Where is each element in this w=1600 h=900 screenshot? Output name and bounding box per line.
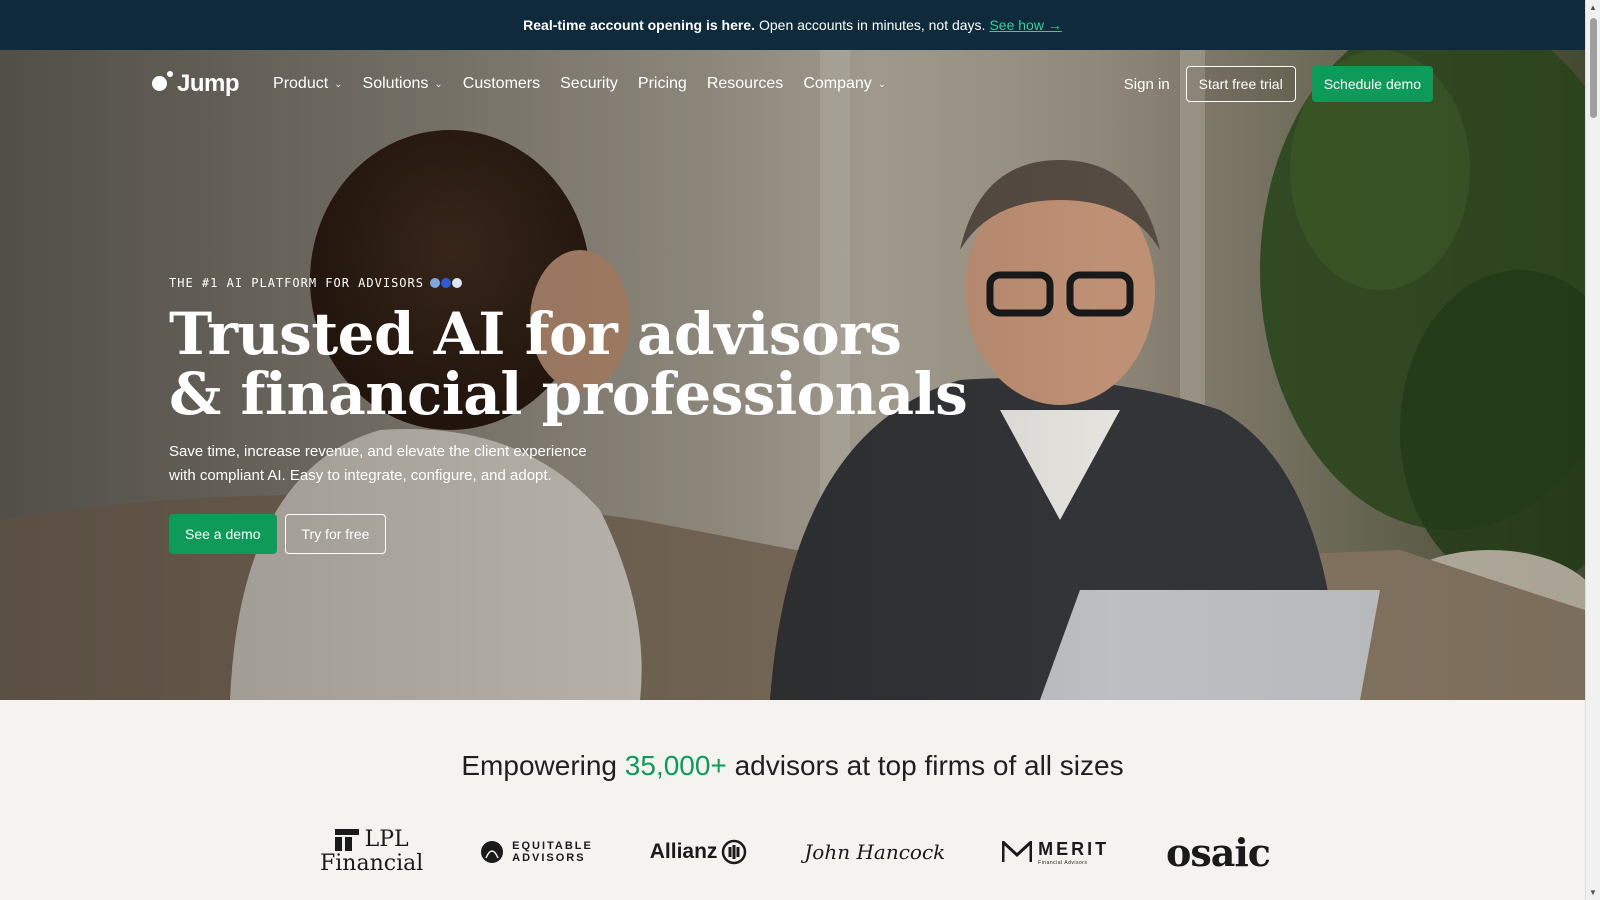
nav-item-customers[interactable]: Customers: [463, 75, 540, 93]
lpl-mark-icon: [334, 829, 359, 851]
allianz-mark-icon: [722, 839, 747, 865]
nav-item-resources[interactable]: Resources: [707, 75, 783, 93]
try-for-free-button[interactable]: Try for free: [284, 514, 387, 554]
chevron-down-icon: ⌄: [434, 78, 443, 90]
badge-icon: [451, 278, 462, 288]
hero-subtitle: Save time, increase revenue, and elevate…: [169, 440, 619, 488]
chevron-down-icon: ⌄: [334, 78, 343, 90]
scrollbar-thumb[interactable]: [1590, 18, 1597, 118]
eyebrow-text: THE #1 AI PLATFORM FOR ADVISORS: [169, 276, 424, 290]
sign-in-link[interactable]: Sign in: [1124, 76, 1170, 93]
logo-dot-icon: [152, 75, 167, 91]
scroll-down-arrow-icon[interactable]: ▼: [1589, 888, 1597, 897]
see-a-demo-button[interactable]: See a demo: [169, 514, 277, 554]
nav-item-product[interactable]: Product ⌄: [273, 75, 343, 93]
badge-icon: [440, 278, 451, 288]
lpl-financial-logo: LPL Financial: [320, 827, 424, 876]
john-hancock-logo: John Hancock: [804, 840, 946, 864]
nav-item-label: Customers: [462, 75, 541, 92]
nav-item-solutions[interactable]: Solutions ⌄: [363, 75, 443, 93]
subtitle-line-1: Save time, increase revenue, and elevate…: [169, 443, 587, 460]
jump-logo[interactable]: Jump: [152, 70, 240, 98]
hero-section: Jump Product ⌄ Solutions ⌄ Customers Sec…: [0, 50, 1585, 700]
announcement-bold: Real-time account opening is here.: [523, 17, 755, 33]
empower-pre: Empowering: [461, 750, 618, 781]
headline-line-1: Trusted AI for advisors: [169, 300, 902, 368]
hero-content: THE #1 AI PLATFORM FOR ADVISORS Trusted …: [169, 276, 969, 554]
chevron-down-icon: ⌄: [877, 78, 887, 90]
nav-item-label: Security: [560, 75, 618, 92]
nav-item-label: Company: [803, 75, 872, 92]
customer-logos-section: Empowering 35,000+ advisors at top firms…: [0, 700, 1585, 900]
nav-item-security[interactable]: Security: [560, 75, 618, 93]
nav-item-label: Resources: [706, 75, 784, 92]
page: Real-time account opening is here. Open …: [0, 0, 1600, 900]
subtitle-line-2: with compliant AI. Easy to integrate, co…: [169, 467, 552, 484]
osaic-logo: osaic: [1166, 829, 1271, 875]
badge-icon: [429, 278, 440, 288]
start-free-trial-button[interactable]: Start free trial: [1185, 66, 1296, 102]
empower-post: advisors at top firms of all sizes: [734, 750, 1124, 781]
hero-headline: Trusted AI for advisors & financial prof…: [169, 304, 969, 424]
logo-text: Jump: [177, 70, 240, 97]
allianz-logo: Allianz: [650, 839, 748, 865]
scroll-up-arrow-icon[interactable]: ▲: [1589, 3, 1597, 12]
nav-links: Product ⌄ Solutions ⌄ Customers Security…: [273, 75, 886, 93]
hero-ctas: See a demo Try for free: [169, 514, 969, 554]
nav-item-label: Solutions: [362, 75, 429, 92]
nav-item-label: Product: [273, 75, 329, 92]
logo-mini-dot-icon: [167, 71, 173, 77]
equitable-advisors-logo: EQUITABLE ADVISORS: [480, 840, 593, 864]
merit-mark-icon: [1002, 841, 1033, 862]
empower-highlight: 35,000+: [624, 750, 727, 781]
equitable-mark-icon: [481, 841, 504, 863]
nav-item-label: Pricing: [637, 75, 687, 92]
eyebrow-badges: [429, 278, 462, 288]
main-nav: Jump Product ⌄ Solutions ⌄ Customers Sec…: [0, 50, 1585, 118]
firm-logo-row: LPL Financial EQUITABLE ADVISORS Allianz: [320, 822, 1271, 882]
announcement-text: Open accounts in minutes, not days.: [758, 17, 986, 33]
hero-eyebrow: THE #1 AI PLATFORM FOR ADVISORS: [169, 276, 969, 290]
headline-line-2: & financial professionals: [169, 360, 968, 428]
page-scrollbar[interactable]: ▲ ▼: [1585, 0, 1600, 900]
merit-financial-logo: MERIT Financial Advisors: [1002, 839, 1109, 866]
schedule-demo-button[interactable]: Schedule demo: [1311, 66, 1433, 102]
nav-actions: Sign in Start free trial Schedule demo: [1124, 66, 1433, 102]
empower-heading: Empowering 35,000+ advisors at top firms…: [0, 750, 1585, 782]
announcement-bar: Real-time account opening is here. Open …: [0, 0, 1585, 50]
nav-item-pricing[interactable]: Pricing: [638, 75, 687, 93]
announcement-link[interactable]: See how →: [989, 17, 1061, 33]
nav-item-company[interactable]: Company ⌄: [803, 75, 886, 93]
